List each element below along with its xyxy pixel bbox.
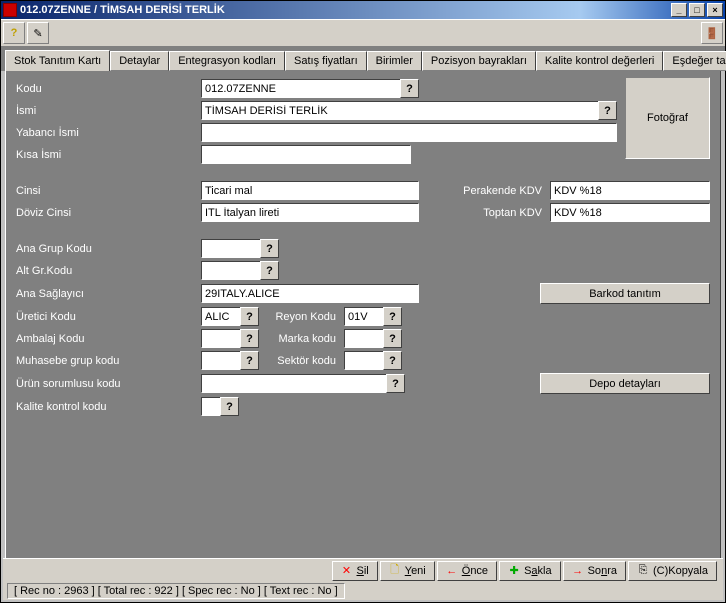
lookup-altgrup[interactable]: ?	[260, 261, 279, 280]
label-uretici: Üretici Kodu	[16, 311, 201, 323]
lookup-urunsorumlusu[interactable]: ?	[386, 374, 405, 393]
label-sektor: Sektör kodu	[259, 355, 344, 367]
input-kalite[interactable]	[201, 397, 221, 416]
input-kodu[interactable]	[201, 79, 401, 98]
lookup-ambalaj[interactable]: ?	[240, 329, 259, 348]
sakla-button[interactable]: ✚Sakla	[499, 561, 561, 581]
tab-kalite[interactable]: Kalite kontrol değerleri	[536, 51, 663, 71]
prev-icon: ←	[446, 565, 458, 577]
label-cinsi: Cinsi	[16, 185, 201, 197]
label-kisa: Kısa İsmi	[16, 149, 201, 161]
input-cinsi[interactable]	[201, 181, 419, 200]
lookup-anagrup[interactable]: ?	[260, 239, 279, 258]
label-muhasebe: Muhasebe grup kodu	[16, 355, 201, 367]
input-ambalaj[interactable]	[201, 329, 241, 348]
tab-detaylar[interactable]: Detaylar	[110, 51, 169, 71]
input-marka[interactable]	[344, 329, 384, 348]
sil-button[interactable]: ✕SSilil	[332, 561, 378, 581]
input-reyon[interactable]	[344, 307, 384, 326]
label-ambalaj: Ambalaj Kodu	[16, 333, 201, 345]
input-yabanci[interactable]	[201, 123, 617, 142]
label-saglayici: Ana Sağlayıcı	[16, 288, 201, 300]
next-icon: →	[572, 565, 584, 577]
lookup-sektor[interactable]: ?	[383, 351, 402, 370]
input-anagrup[interactable]	[201, 239, 261, 258]
label-yabanci: Yabancı İsmi	[16, 127, 201, 139]
input-urunsorumlusu[interactable]	[201, 374, 387, 393]
app-icon	[3, 3, 17, 17]
label-toptan: Toptan KDV	[440, 207, 550, 219]
input-toptan[interactable]	[550, 203, 710, 222]
kopyala-button[interactable]: ⎘(C)Kopyala	[628, 561, 717, 581]
status-text: [ Rec no : 2963 ] [ Total rec : 922 ] [ …	[7, 583, 345, 599]
tab-pozisyon[interactable]: Pozisyon bayrakları	[422, 51, 536, 71]
copy-icon: ⎘	[637, 565, 649, 577]
new-icon: 🗋	[389, 565, 401, 577]
input-perakende[interactable]	[550, 181, 710, 200]
close-button[interactable]: ×	[707, 3, 723, 17]
input-saglayici[interactable]	[201, 284, 419, 303]
lookup-kodu[interactable]: ?	[400, 79, 419, 98]
label-ismi: İsmi	[16, 105, 201, 117]
lookup-ismi[interactable]: ?	[598, 101, 617, 120]
title-bar: 012.07ZENNE / TİMSAH DERİSİ TERLİK _ □ ×	[1, 1, 725, 19]
lookup-uretici[interactable]: ?	[240, 307, 259, 326]
lookup-marka[interactable]: ?	[383, 329, 402, 348]
input-sektor[interactable]	[344, 351, 384, 370]
edit-tool-button[interactable]: ✎	[27, 22, 49, 44]
photo-placeholder[interactable]: Fotoğraf	[625, 77, 710, 159]
delete-icon: ✕	[341, 565, 353, 577]
label-altgrup: Alt Gr.Kodu	[16, 265, 201, 277]
save-icon: ✚	[508, 565, 520, 577]
yeni-button[interactable]: 🗋Yeni	[380, 561, 435, 581]
tab-stok-tanitim[interactable]: Stok Tanıtım Kartı	[5, 50, 110, 71]
status-bar: [ Rec no : 2963 ] [ Total rec : 922 ] [ …	[3, 582, 723, 600]
toolbar: ? ✎ 🚪	[1, 19, 725, 47]
input-uretici[interactable]	[201, 307, 241, 326]
window-title: 012.07ZENNE / TİMSAH DERİSİ TERLİK	[20, 4, 669, 16]
lookup-reyon[interactable]: ?	[383, 307, 402, 326]
input-altgrup[interactable]	[201, 261, 261, 280]
action-bar: ✕SSilil 🗋Yeni ←Önce ✚Sakla →Sonra ⎘(C)Ko…	[3, 558, 723, 582]
once-button[interactable]: ←Önce	[437, 561, 497, 581]
lookup-kalite[interactable]: ?	[220, 397, 239, 416]
label-urunsorumlusu: Ürün sorumlusu kodu	[16, 378, 201, 390]
tab-esdeger[interactable]: Eşdeğer tanımlamaları	[663, 51, 726, 71]
barkod-button[interactable]: Barkod tanıtım	[540, 283, 710, 304]
tab-satis[interactable]: Satış fiyatları	[285, 51, 367, 71]
input-ismi[interactable]	[201, 101, 599, 120]
minimize-button[interactable]: _	[671, 3, 687, 17]
label-anagrup: Ana Grup Kodu	[16, 243, 201, 255]
tab-birimler[interactable]: Birimler	[367, 51, 422, 71]
form-panel: Fotoğraf Kodu ? İsmi ? Yabancı İsmi Kısa…	[5, 71, 721, 560]
help-button[interactable]: ?	[3, 22, 25, 44]
maximize-button[interactable]: □	[689, 3, 705, 17]
sonra-button[interactable]: →Sonra	[563, 561, 626, 581]
label-marka: Marka kodu	[259, 333, 344, 345]
input-doviz[interactable]	[201, 203, 419, 222]
input-kisa[interactable]	[201, 145, 411, 164]
label-reyon: Reyon Kodu	[259, 311, 344, 323]
lookup-muhasebe[interactable]: ?	[240, 351, 259, 370]
label-kalite: Kalite kontrol kodu	[16, 401, 201, 413]
tab-strip: Stok Tanıtım Kartı Detaylar Entegrasyon …	[1, 47, 725, 71]
label-doviz: Döviz Cinsi	[16, 207, 201, 219]
exit-tool-button[interactable]: 🚪	[701, 22, 723, 44]
input-muhasebe[interactable]	[201, 351, 241, 370]
tab-entegrasyon[interactable]: Entegrasyon kodları	[169, 51, 285, 71]
label-kodu: Kodu	[16, 83, 201, 95]
depo-button[interactable]: Depo detayları	[540, 373, 710, 394]
label-perakende: Perakende KDV	[440, 185, 550, 197]
